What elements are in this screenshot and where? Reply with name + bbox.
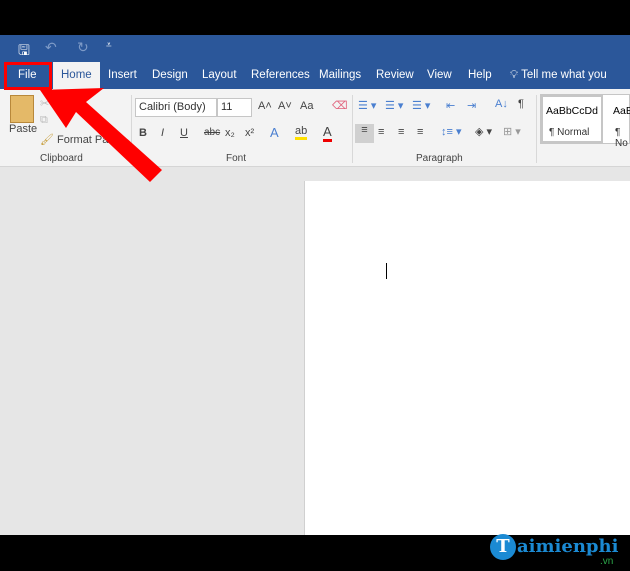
watermark-brand: aimienphi: [517, 536, 619, 557]
watermark-domain: .vn: [600, 556, 614, 567]
red-arrow: [40, 88, 162, 182]
annotation-arrow: [40, 88, 162, 182]
watermark-logo-icon: T: [490, 534, 516, 560]
